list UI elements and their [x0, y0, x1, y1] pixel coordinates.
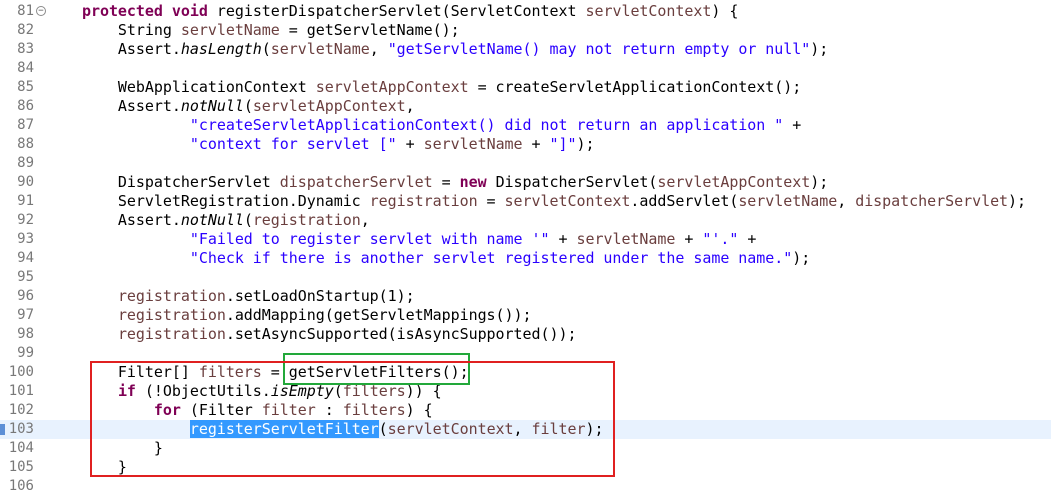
code-line[interactable]: 95	[0, 268, 1051, 287]
code-text[interactable]: Assert.notNull(servletAppContext,	[46, 97, 415, 116]
code-line[interactable]: 84	[0, 59, 1051, 78]
code-line[interactable]: 97 registration.addMapping(getServletMap…	[0, 306, 1051, 325]
code-line[interactable]: 90 DispatcherServlet dispatcherServlet =…	[0, 173, 1051, 192]
line-number: 91	[17, 193, 34, 209]
line-number: 93	[17, 231, 34, 247]
code-line[interactable]: 87 "createServletApplicationContext() di…	[0, 116, 1051, 135]
code-text[interactable]: WebApplicationContext servletAppContext …	[46, 78, 801, 97]
line-number: 85	[17, 79, 34, 95]
line-number: 96	[17, 288, 34, 304]
line-number: 95	[17, 269, 34, 285]
code-text[interactable]: "createServletApplicationContext() did n…	[46, 116, 801, 135]
line-number: 81	[17, 3, 34, 19]
line-number: 87	[17, 117, 34, 133]
code-text[interactable]: Assert.notNull(registration,	[46, 211, 370, 230]
code-line[interactable]: 82 String servletName = getServletName()…	[0, 21, 1051, 40]
line-number: 92	[17, 212, 34, 228]
line-number: 88	[17, 136, 34, 152]
code-text[interactable]: protected void registerDispatcherServlet…	[46, 2, 738, 21]
line-number: 99	[17, 345, 34, 361]
line-number: 89	[17, 155, 34, 171]
highlight-box-red	[90, 361, 615, 477]
code-text[interactable]: registration.setLoadOnStartup(1);	[46, 287, 415, 306]
code-line[interactable]: 94 "Check if there is another servlet re…	[0, 249, 1051, 268]
code-line[interactable]: 98 registration.setAsyncSupported(isAsyn…	[0, 325, 1051, 344]
line-number: 104	[8, 440, 34, 456]
line-number: 97	[17, 307, 34, 323]
code-text[interactable]: DispatcherServlet dispatcherServlet = ne…	[46, 173, 828, 192]
code-text[interactable]: Assert.hasLength(servletName, "getServle…	[46, 40, 828, 59]
code-text[interactable]: "Failed to register servlet with name '"…	[46, 230, 757, 249]
code-line[interactable]: 88 "context for servlet [" + servletName…	[0, 135, 1051, 154]
code-line[interactable]: 106	[0, 477, 1051, 496]
line-number: 106	[8, 478, 34, 494]
code-line[interactable]: 93 "Failed to register servlet with name…	[0, 230, 1051, 249]
line-number: 100	[8, 364, 34, 380]
fold-toggle-icon[interactable]: −	[36, 6, 46, 16]
line-number: 105	[8, 459, 34, 475]
code-line[interactable]: 91 ServletRegistration.Dynamic registrat…	[0, 192, 1051, 211]
line-number: 103	[8, 421, 34, 437]
line-number: 94	[17, 250, 34, 266]
code-text[interactable]: ServletRegistration.Dynamic registration…	[46, 192, 1026, 211]
code-line[interactable]: 89	[0, 154, 1051, 173]
code-text[interactable]: "Check if there is another servlet regis…	[46, 249, 810, 268]
code-line[interactable]: 83 Assert.hasLength(servletName, "getSer…	[0, 40, 1051, 59]
code-text[interactable]: String servletName = getServletName();	[46, 21, 460, 40]
line-number: 101	[8, 383, 34, 399]
line-number: 90	[17, 174, 34, 190]
current-line-marker-icon	[0, 424, 5, 435]
line-number: 82	[17, 22, 34, 38]
code-line[interactable]: 92 Assert.notNull(registration,	[0, 211, 1051, 230]
line-number: 98	[17, 326, 34, 342]
code-line[interactable]: 85 WebApplicationContext servletAppConte…	[0, 78, 1051, 97]
code-text[interactable]: "context for servlet [" + servletName + …	[46, 135, 595, 154]
line-number: 84	[17, 60, 34, 76]
line-number: 83	[17, 41, 34, 57]
code-text[interactable]: registration.setAsyncSupported(isAsyncSu…	[46, 325, 577, 344]
line-number: 102	[8, 402, 34, 418]
code-line[interactable]: 86 Assert.notNull(servletAppContext,	[0, 97, 1051, 116]
line-number: 86	[17, 98, 34, 114]
code-line[interactable]: 96 registration.setLoadOnStartup(1);	[0, 287, 1051, 306]
code-text[interactable]: registration.addMapping(getServletMappin…	[46, 306, 532, 325]
code-line[interactable]: −81 protected void registerDispatcherSer…	[0, 2, 1051, 21]
